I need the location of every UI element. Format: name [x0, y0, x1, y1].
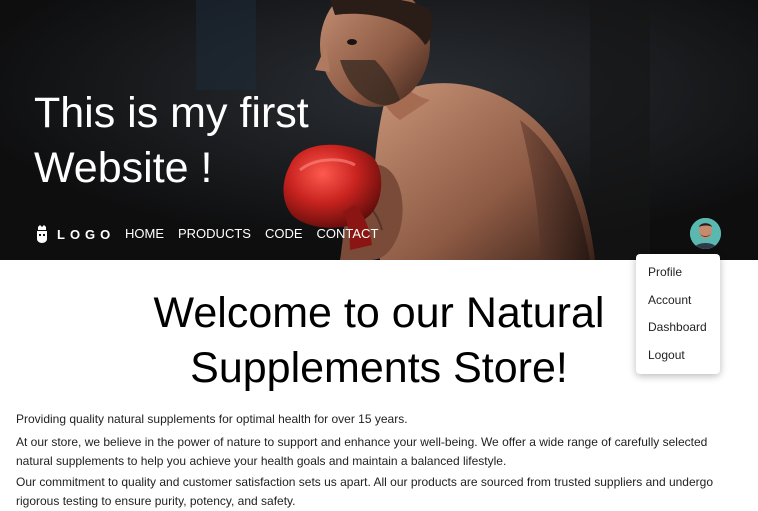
navbar: LOGO HOME PRODUCTS CODE CONTACT	[0, 216, 758, 252]
intro-paragraph-1: Providing quality natural supplements fo…	[16, 412, 408, 426]
hero-title-line2: Website !	[34, 144, 213, 192]
nav-link-code[interactable]: CODE	[265, 226, 303, 241]
hero-title: This is my first Website !	[34, 86, 374, 196]
welcome-heading: Welcome to our Natural Supplements Store…	[0, 286, 758, 396]
logo[interactable]: LOGO	[35, 225, 115, 243]
intro-paragraph-2: At our store, we believe in the power of…	[16, 435, 708, 468]
menu-item-profile[interactable]: Profile	[636, 260, 720, 288]
hero-title-line1: This is my first	[34, 89, 309, 137]
nav-link-contact[interactable]: CONTACT	[317, 226, 379, 241]
logo-mark-icon	[37, 225, 47, 243]
hero-banner: This is my first Website ! LOGO HOME PRO…	[0, 0, 758, 260]
nav-links: HOME PRODUCTS CODE CONTACT	[125, 226, 378, 241]
nav-link-home[interactable]: HOME	[125, 226, 164, 241]
logo-text: LOGO	[57, 226, 116, 242]
nav-link-products[interactable]: PRODUCTS	[178, 226, 251, 241]
intro-paragraph-3: Our commitment to quality and customer s…	[16, 475, 714, 508]
welcome-heading-line2: Supplements Store!	[190, 344, 568, 392]
user-avatar-image	[690, 218, 721, 249]
welcome-heading-line1: Welcome to our Natural	[153, 289, 605, 337]
user-avatar[interactable]	[690, 218, 721, 249]
